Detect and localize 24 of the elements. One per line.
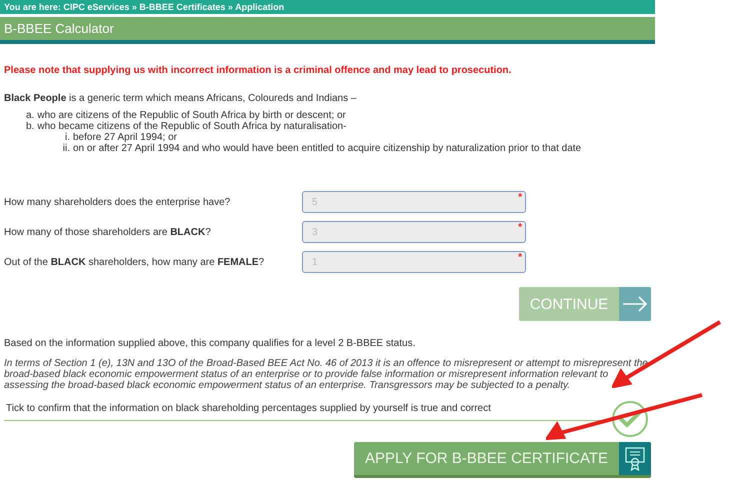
result-text: Based on the information supplied above, this company qualifies for a level 2 B-BBEE status. bbox=[4, 338, 416, 349]
confirmation-label: Tick to confirm that the information on black shareholding percentages supplied by yourself is true and correct bbox=[4, 399, 612, 421]
required-mark: * bbox=[518, 252, 522, 263]
required-mark: * bbox=[518, 192, 522, 203]
list-marker: ii. bbox=[62, 143, 70, 154]
list-marker: b. bbox=[26, 121, 34, 132]
question-label: Out of the BLACK shareholders, how many are FEMALE? bbox=[4, 256, 266, 268]
list-marker: a. bbox=[26, 110, 34, 121]
list-item-text: before 27 April 1994; or bbox=[73, 132, 177, 143]
breadcrumb: You are here: CIPC eServices » B-BBEE Certificates » Application bbox=[4, 2, 284, 12]
warning-text: Please note that supplying us with incorrect information is a criminal offence and may lead to prosecution. bbox=[4, 65, 512, 76]
definition-text: Black People is a generic term which means Africans, Coloureds and Indians – bbox=[4, 93, 358, 104]
question-label: How many shareholders does the enterprise have? bbox=[4, 196, 232, 208]
required-mark: * bbox=[518, 222, 522, 233]
list-item-text: who are citizens of the Republic of South Africa by birth or descent; or bbox=[37, 110, 346, 121]
list-item-text: on or after 27 April 1994 and who would have been entitled to acquire citizenship by naturalization prior to that date bbox=[73, 143, 582, 154]
apply-button[interactable]: APPLY FOR B-BBEE CERTIFICATE bbox=[354, 442, 651, 478]
question-label: How many of those shareholders are BLACK? bbox=[4, 226, 212, 238]
certificate-icon bbox=[625, 446, 645, 470]
arrow-icon bbox=[622, 296, 648, 312]
list-item-text: who became citizens of the Republic of South Africa by naturalisation- bbox=[37, 121, 346, 132]
list-marker: i. bbox=[64, 132, 70, 143]
panel-title: B-BBEE Calculator bbox=[4, 21, 114, 36]
checkmark-icon bbox=[619, 411, 641, 427]
